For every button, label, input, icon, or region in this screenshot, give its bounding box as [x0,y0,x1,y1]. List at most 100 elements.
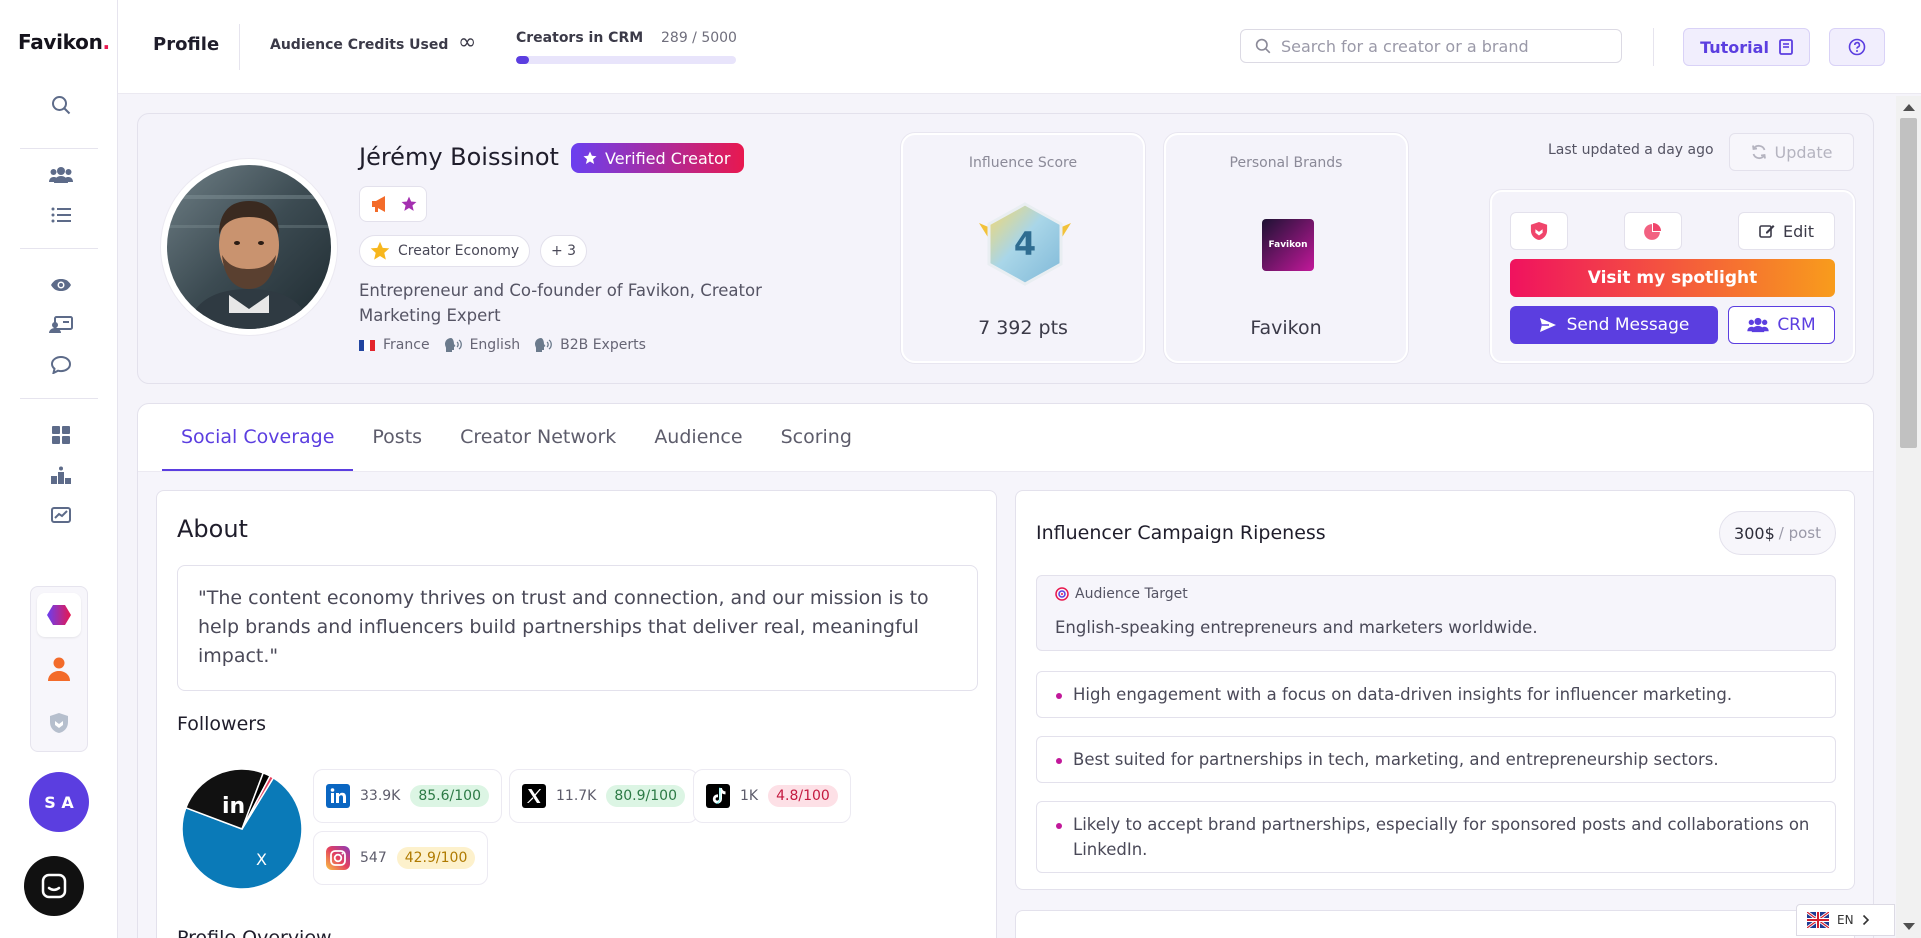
influence-score-card[interactable]: Influence Score 4 7 392 pts [901,133,1145,363]
campaign-ripeness-section: Influencer Campaign Ripeness 300$ / post… [1015,490,1855,890]
chat-bubble-icon [41,873,67,899]
grid-icon[interactable] [46,420,76,450]
star-icon [370,241,390,260]
pie-chart-button[interactable] [1624,212,1682,250]
ripeness-point: Best suited for partnerships in tech, ma… [1036,736,1836,783]
update-label: Update [1774,142,1833,162]
visit-spotlight-button[interactable]: Visit my spotlight [1510,259,1835,297]
x-slice-label: X [256,850,267,869]
tab-scoring[interactable]: Scoring [762,403,871,471]
shield-icon [1530,222,1548,240]
language-label: English [469,337,521,353]
id-card-icon[interactable] [46,310,76,340]
linkedin-followers[interactable]: 33.9K 85.6/100 [313,769,502,823]
tab-audience[interactable]: Audience [635,403,761,471]
favikon-logo[interactable]: Favikon. [18,30,110,54]
brand-switcher [30,586,88,752]
users-icon[interactable] [46,160,76,190]
logo-text: Favikon [18,30,103,54]
about-title: About [177,515,248,543]
edit-label: Edit [1783,221,1814,241]
france-flag-icon [359,339,375,351]
scroll-down-arrow-icon[interactable] [1903,923,1915,930]
rail-divider [20,148,98,149]
creator-description: Entrepreneur and Co-founder of Favikon, … [359,281,762,325]
instagram-icon [326,846,350,870]
x-followers-count: 11.7K [556,788,597,804]
profile-overview-title: Profile Overview [177,927,332,938]
instagram-followers[interactable]: 547 42.9/100 [313,831,489,885]
more-niches-chip[interactable]: + 3 [540,235,588,267]
tab-posts[interactable]: Posts [353,403,441,471]
tab-bar-divider [138,471,1873,472]
megaphone-icon[interactable] [370,195,390,213]
topbar-divider [1653,28,1654,66]
uk-flag-icon [1807,912,1829,928]
scroll-up-arrow-icon[interactable] [1903,104,1915,111]
search-bar [1240,29,1622,63]
crm-count: 289 / 5000 [661,30,737,46]
brand-name: Favikon [1250,317,1322,339]
verified-label: Verified Creator [605,148,731,168]
send-icon [1539,318,1556,332]
last-updated: Last updated a day ago [1548,142,1714,158]
person-icon[interactable] [37,647,81,691]
logo-dot: . [102,30,111,54]
instagram-score: 42.9/100 [396,847,476,869]
question-icon [1848,38,1866,56]
about-section: About "The content economy thrives on tr… [156,490,997,938]
profile-tabs: Social Coverage Posts Creator Network Au… [162,403,871,471]
refresh-icon [1751,144,1766,160]
chevron-right-icon [1862,914,1869,926]
tiktok-icon [706,784,730,808]
tab-creator-network[interactable]: Creator Network [441,403,635,471]
shield-icon[interactable] [37,701,81,745]
search-input[interactable] [1281,36,1601,56]
send-message-button[interactable]: Send Message [1510,306,1718,344]
crm-button[interactable]: CRM [1728,306,1835,344]
chart-icon[interactable] [46,500,76,530]
user-avatar[interactable]: S A [29,772,89,832]
niche-label: Creator Economy [398,243,520,259]
segment-label: B2B Experts [560,337,646,353]
speaking-head-icon [535,338,553,352]
support-chat-button[interactable] [24,856,84,916]
update-button[interactable]: Update [1729,133,1854,171]
linkedin-followers-count: 33.9K [360,788,401,804]
favikon-brand-logo[interactable]: Favikon [1262,219,1314,271]
country-label: France [383,337,430,353]
shield-button[interactable] [1510,212,1568,250]
x-score: 80.9/100 [606,785,685,807]
tab-social-coverage[interactable]: Social Coverage [162,403,354,471]
edit-button[interactable]: Edit [1738,212,1835,250]
price-value: 300$ [1734,523,1775,543]
x-followers[interactable]: 11.7K 80.9/100 [509,769,698,823]
book-icon [1779,39,1793,55]
search-icon[interactable] [46,90,76,120]
tiktok-followers[interactable]: 1K 4.8/100 [693,769,851,823]
influence-rank-icon: 4 [979,202,1071,286]
star-badge-icon[interactable] [401,196,417,212]
speaking-head-icon [444,338,462,352]
language-switcher[interactable]: EN [1796,904,1895,936]
scrollbar-thumb[interactable] [1900,118,1917,448]
chat-icon[interactable] [46,350,76,380]
price-unit: / post [1778,524,1821,542]
tutorial-button[interactable]: Tutorial [1683,28,1810,66]
personal-brands-label: Personal Brands [1229,155,1343,171]
tiktok-score: 4.8/100 [768,785,838,807]
niche-chip[interactable]: Creator Economy [359,235,531,267]
podium-icon[interactable] [46,460,76,490]
creator-meta: France English B2B Experts [359,337,646,353]
pie-chart-icon [1644,223,1661,240]
eye-icon[interactable] [46,270,76,300]
audience-target-label: Audience Target [1075,586,1188,602]
help-button[interactable] [1829,28,1885,66]
crm-progress-fill [516,56,529,64]
hexagon-icon[interactable] [37,593,81,637]
search-icon [1255,38,1271,54]
personal-brands-card[interactable]: Personal Brands Favikon Favikon [1164,133,1408,363]
list-icon[interactable] [46,200,76,230]
page-scrollbar[interactable] [1896,96,1921,938]
brand-logo-text: Favikon [1268,240,1308,250]
